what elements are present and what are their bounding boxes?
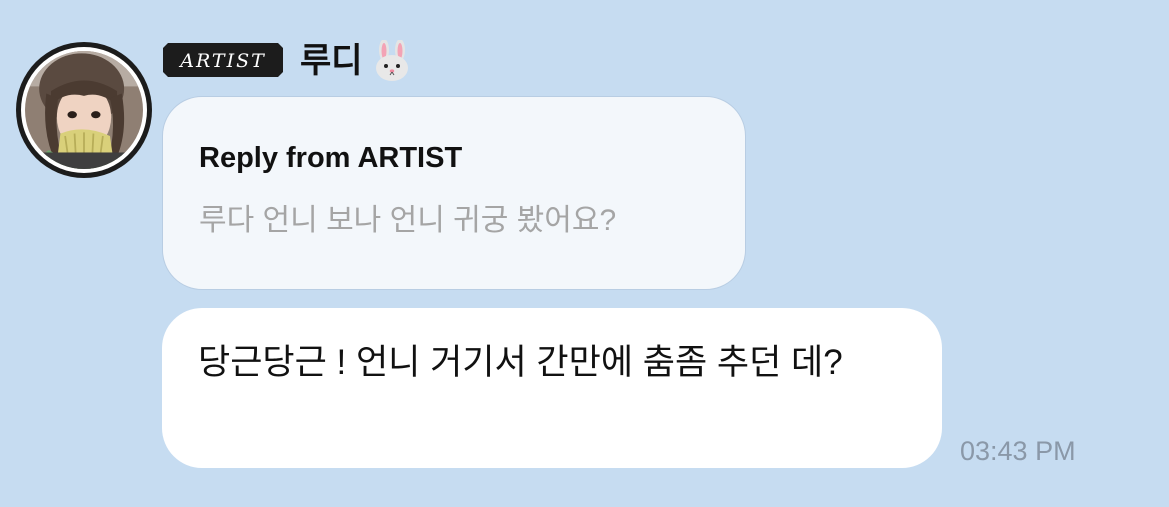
- message-bubble[interactable]: 당근당근 ! 언니 거기서 간만에 춤좀 추던 데?: [162, 308, 942, 468]
- message-timestamp: 03:43 PM: [960, 436, 1076, 466]
- sender-name: 루디: [300, 40, 413, 82]
- avatar-photo: [25, 51, 143, 169]
- artist-badge-label: ARTIST: [178, 50, 266, 72]
- avatar[interactable]: [16, 42, 152, 178]
- reply-quoted-text: 루다 언니 보나 언니 귀궁 봤어요?: [199, 204, 617, 237]
- artist-badge: ARTIST: [162, 42, 284, 78]
- reply-title: Reply from ARTIST: [199, 142, 463, 174]
- avatar-ring: [21, 47, 147, 173]
- reply-preview-bubble[interactable]: Reply from ARTIST 루다 언니 보나 언니 귀궁 봤어요?: [162, 96, 746, 290]
- rabbit-face-icon: [375, 40, 408, 81]
- artist-badge-shape: ARTIST: [163, 43, 283, 77]
- sender-name-text: 루디: [300, 42, 363, 80]
- message-text: 당근당근 ! 언니 거기서 간만에 춤좀 추던 데?: [198, 343, 843, 382]
